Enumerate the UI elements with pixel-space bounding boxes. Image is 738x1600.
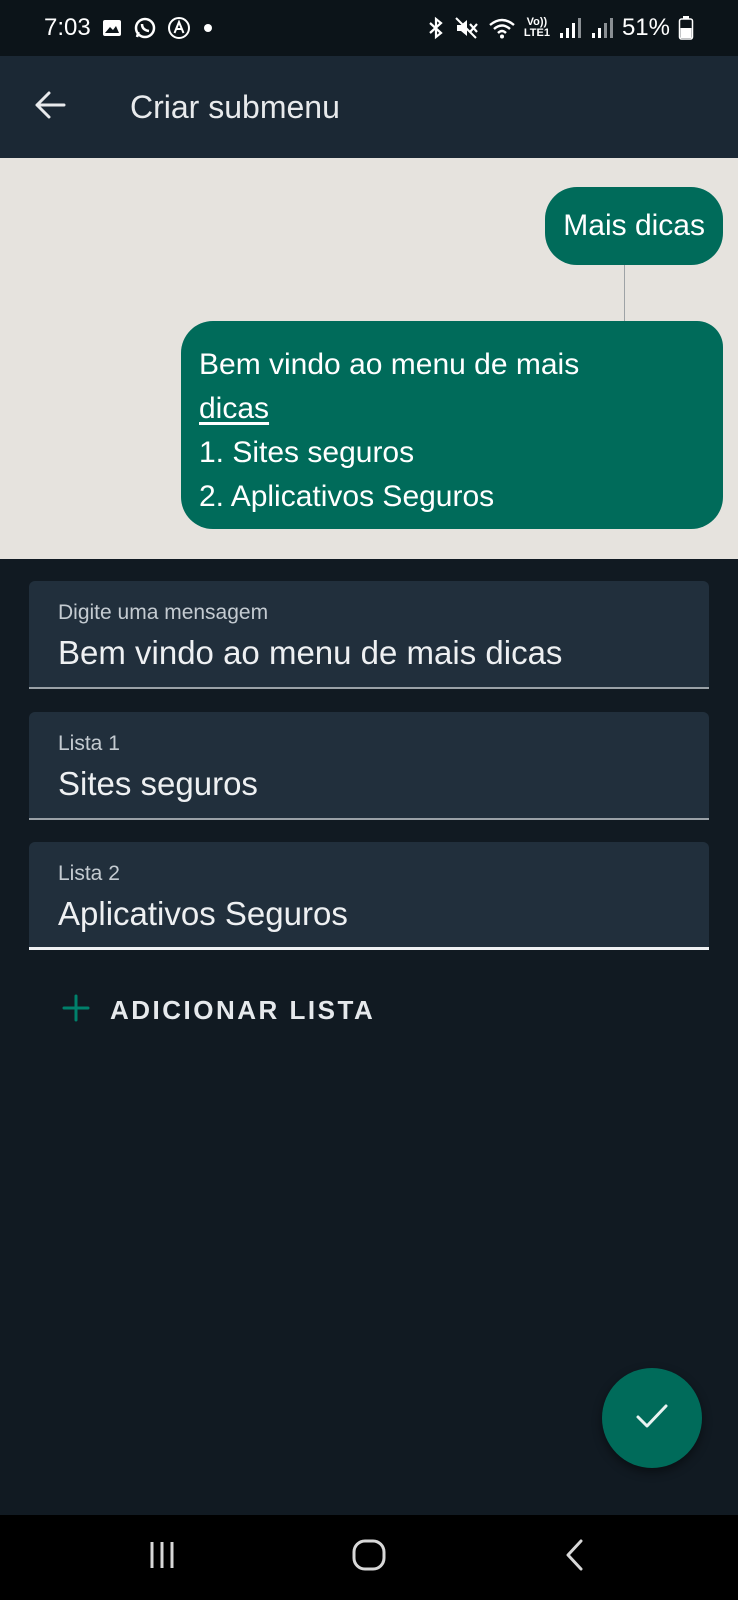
list-1-field[interactable]: Lista 1 Sites seguros — [29, 712, 709, 820]
list-1-field-value[interactable]: Sites seguros — [58, 762, 680, 806]
preview-message-link: dicas — [199, 392, 270, 425]
back-nav-button[interactable] — [545, 1527, 605, 1587]
battery-icon — [678, 15, 694, 41]
recent-apps-button[interactable] — [132, 1527, 192, 1587]
back-button[interactable] — [20, 77, 80, 137]
list-1-field-label: Lista 1 — [58, 732, 120, 755]
message-field-value[interactable]: Bem vindo ao menu de mais dicas — [58, 631, 680, 675]
navigation-bar — [0, 1515, 738, 1600]
list-2-field-label: Lista 2 — [58, 862, 120, 885]
add-list-label: ADICIONAR LISTA — [110, 994, 376, 1025]
preview-message-line: 1. Sites seguros — [199, 436, 415, 469]
volte-label-bottom: LTE1 — [523, 27, 550, 39]
chevron-left-icon — [560, 1538, 590, 1577]
bluetooth-icon — [426, 16, 446, 40]
home-icon — [351, 1537, 387, 1578]
message-field-label: Digite uma mensagem — [58, 601, 269, 624]
recent-apps-icon — [145, 1538, 179, 1577]
list-2-field-value[interactable]: Aplicativos Seguros — [58, 892, 680, 936]
confirm-button[interactable] — [602, 1368, 702, 1468]
message-field[interactable]: Digite uma mensagem Bem vindo ao menu de… — [29, 581, 709, 689]
add-list-button[interactable]: ADICIONAR LISTA — [62, 985, 375, 1035]
preview-button-label: Mais dicas — [563, 209, 705, 242]
battery-percent: 51% — [621, 14, 670, 41]
wifi-icon — [488, 16, 516, 40]
image-icon — [101, 17, 123, 39]
plus-icon — [62, 994, 90, 1027]
dot-icon — [201, 21, 215, 35]
preview-message-bubble: Bem vindo ao menu de mais dicas 1. Sites… — [181, 321, 723, 529]
signal-icon — [558, 16, 582, 40]
list-2-field[interactable]: Lista 2 Aplicativos Seguros — [29, 842, 709, 950]
message-preview: Mais dicas Bem vindo ao menu de mais dic… — [0, 158, 738, 559]
app-bar: Criar submenu — [0, 56, 738, 158]
preview-message-line-underlined: dicas — [199, 387, 705, 431]
status-time: 7:03 — [44, 14, 91, 41]
page-title: Criar submenu — [130, 88, 340, 125]
preview-button-bubble: Mais dicas — [545, 187, 723, 265]
arrow-left-icon — [33, 90, 67, 125]
preview-connector — [624, 265, 625, 321]
status-right: Vo)) LTE1 51% — [426, 14, 694, 42]
home-button[interactable] — [339, 1527, 399, 1587]
check-icon — [634, 1401, 670, 1436]
whatsapp-icon — [133, 16, 157, 40]
mute-icon — [454, 16, 480, 40]
volte-icon: Vo)) LTE1 — [524, 17, 550, 39]
accessibility-a-icon — [167, 16, 191, 40]
preview-message-line: Bem vindo ao menu de mais — [199, 348, 580, 381]
status-bar: 7:03 Vo)) LTE1 51% — [0, 0, 738, 56]
preview-message-line: 2. Aplicativos Seguros — [199, 480, 495, 513]
signal-icon — [590, 16, 614, 40]
status-left: 7:03 — [44, 14, 215, 42]
